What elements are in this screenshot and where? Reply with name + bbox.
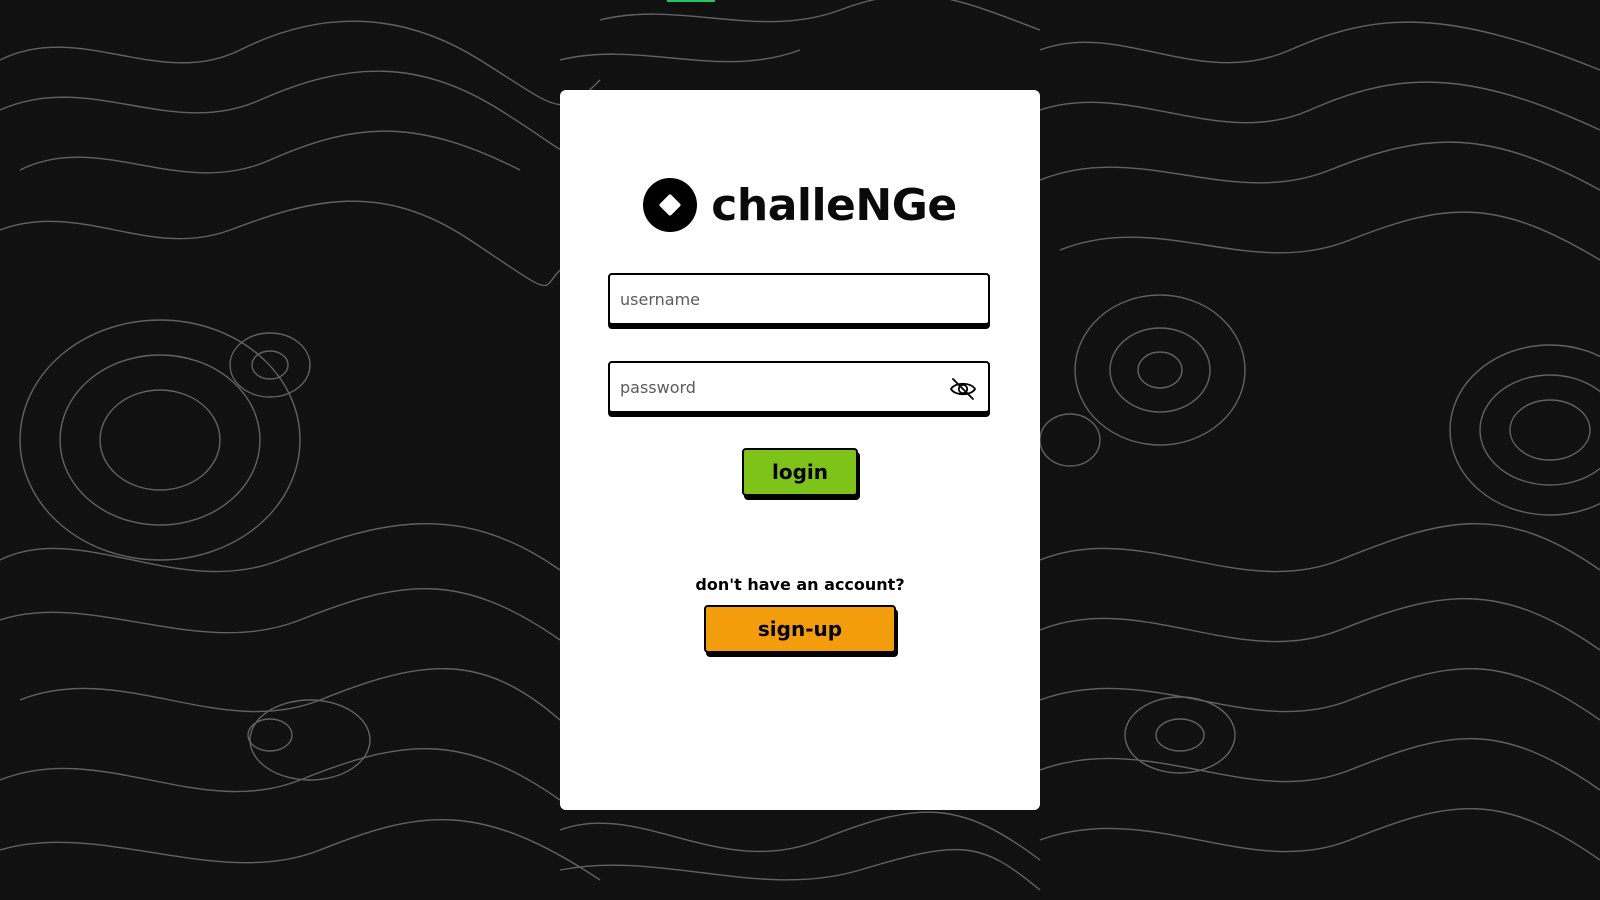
password-input[interactable] xyxy=(610,363,988,411)
username-input[interactable] xyxy=(610,275,988,323)
diamond-logo-icon xyxy=(643,178,698,232)
top-progress-bar xyxy=(667,0,715,2)
password-field-wrapper xyxy=(608,361,990,413)
signup-button[interactable]: sign-up xyxy=(704,605,896,653)
diamond-shape xyxy=(658,193,682,217)
login-button[interactable]: login xyxy=(742,448,858,496)
brand-name: challeNGe xyxy=(711,179,957,231)
login-card: challeNGe login don't have an account? s… xyxy=(560,90,1040,810)
brand-header: challeNGe xyxy=(560,178,1040,232)
eye-off-icon[interactable] xyxy=(948,374,978,404)
username-field-wrapper xyxy=(608,273,990,325)
signup-prompt: don't have an account? xyxy=(695,575,905,594)
